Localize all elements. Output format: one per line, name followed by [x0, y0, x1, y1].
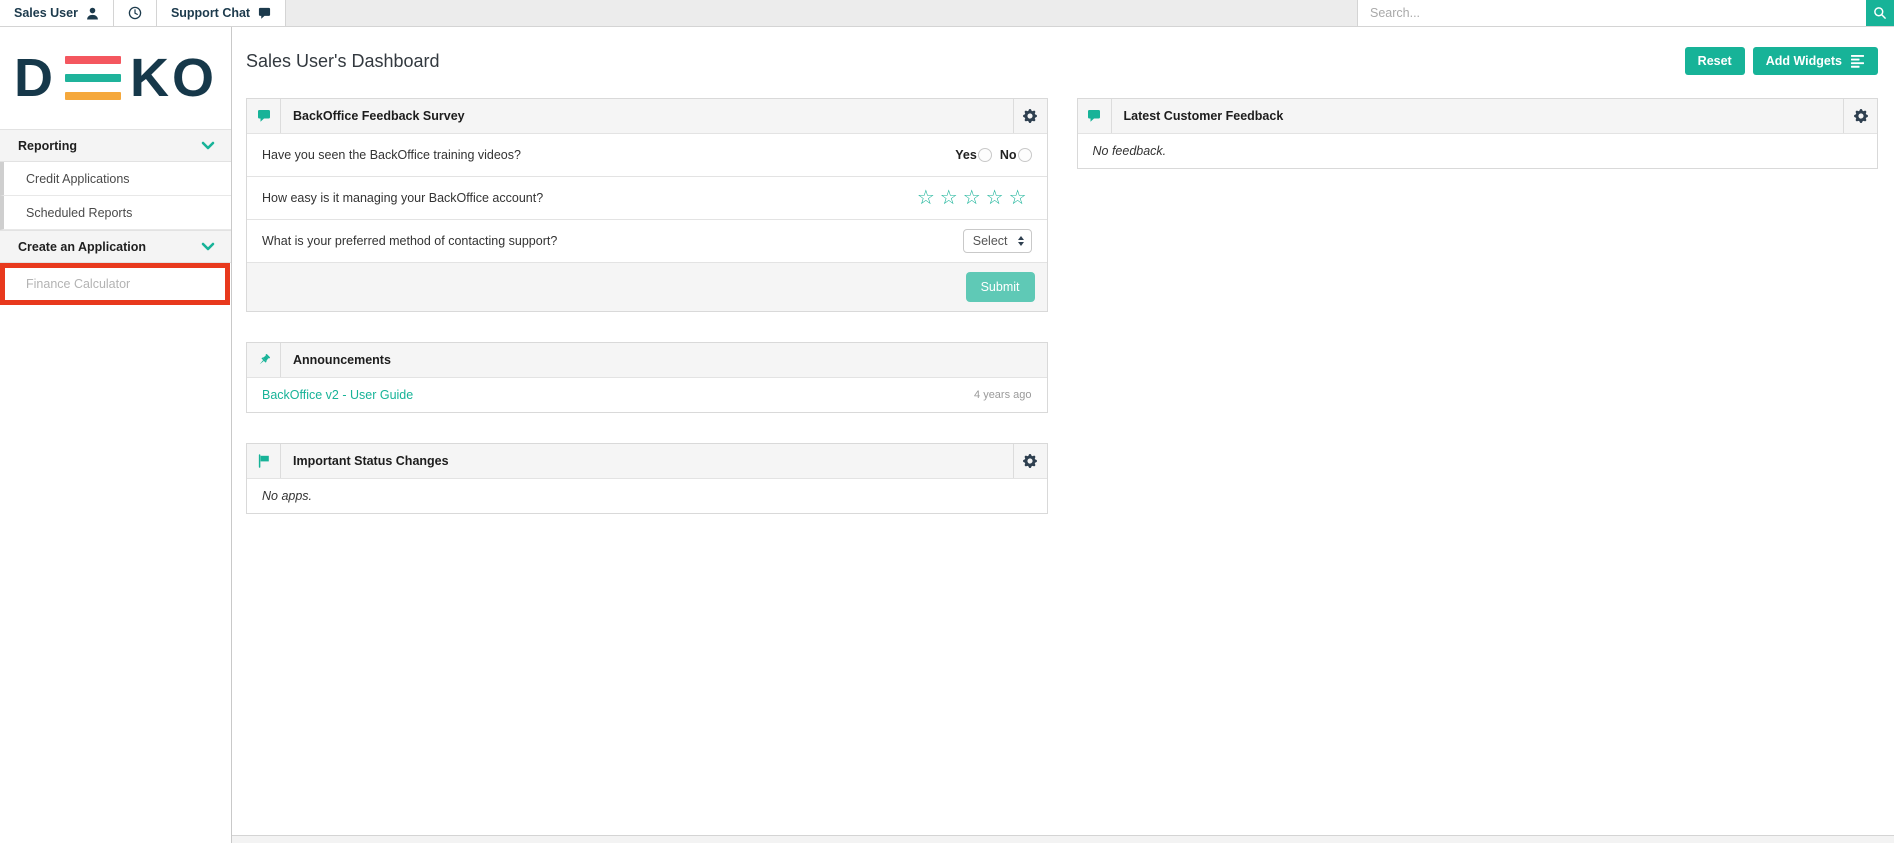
radio-no-label: No — [999, 148, 1017, 162]
deko-logo: D KO — [0, 27, 231, 129]
gear-icon — [1853, 109, 1868, 123]
survey-question-row: Have you seen the BackOffice training vi… — [247, 133, 1047, 176]
chat-bubble-icon — [258, 7, 271, 20]
sidebar-item-scheduled-reports[interactable]: Scheduled Reports — [0, 196, 231, 230]
sidebar-nav: Reporting Credit Applications Scheduled … — [0, 129, 231, 305]
announcement-link[interactable]: BackOffice v2 - User Guide — [262, 388, 413, 402]
survey-question-row: How easy is it managing your BackOffice … — [247, 176, 1047, 219]
sidebar-item-credit-applications[interactable]: Credit Applications — [0, 162, 231, 196]
gear-icon — [1023, 109, 1037, 123]
user-icon — [86, 7, 99, 20]
radio-no[interactable] — [1017, 148, 1032, 162]
empty-state-text: No apps. — [262, 489, 313, 503]
radio-yes-label: Yes — [955, 148, 977, 162]
announcement-row: BackOffice v2 - User Guide 4 years ago — [247, 377, 1047, 412]
pushpin-icon — [247, 343, 281, 377]
customer-feedback-empty-row: No feedback. — [1077, 133, 1877, 168]
widget-title: Latest Customer Feedback — [1123, 109, 1284, 123]
page-bottom-strip — [232, 836, 1894, 843]
widget-announcements: Announcements BackOffice v2 - User Guide… — [246, 342, 1048, 413]
clock-icon — [128, 6, 142, 20]
sidebar: D KO Reporting Credit Applications Sched… — [0, 27, 232, 843]
empty-state-text: No feedback. — [1092, 144, 1167, 158]
widget-settings-button[interactable] — [1012, 444, 1047, 478]
reset-button-label: Reset — [1697, 54, 1732, 68]
chevron-down-icon — [201, 240, 215, 253]
widget-title: BackOffice Feedback Survey — [293, 109, 465, 123]
topbar-spacer — [286, 0, 1358, 26]
logo-letters-ko: KO — [130, 48, 217, 108]
history-tab[interactable] — [114, 0, 157, 26]
search-button[interactable] — [1866, 0, 1894, 26]
sidebar-item-label: Finance Calculator — [26, 277, 131, 291]
user-tab-label: Sales User — [14, 6, 78, 20]
submit-button-label: Submit — [980, 280, 1020, 294]
star-icon[interactable]: ☆ — [986, 187, 1009, 209]
deko-logo-bars-icon — [65, 56, 121, 100]
topbar: Sales User Support Chat — [0, 0, 1894, 27]
support-chat-label: Support Chat — [170, 6, 251, 20]
widget-title: Announcements — [293, 353, 391, 367]
submit-button[interactable]: Submit — [965, 272, 1035, 302]
star-icon[interactable]: ☆ — [1009, 187, 1032, 209]
announcement-time: 4 years ago — [974, 389, 1032, 401]
status-changes-empty-row: No apps. — [247, 478, 1047, 513]
sidebar-section-label: Reporting — [18, 138, 78, 153]
select-value: Select — [972, 234, 1008, 248]
support-method-select[interactable]: Select — [962, 229, 1032, 253]
main-area: Sales User's Dashboard Reset Add Widgets — [232, 27, 1894, 843]
survey-question-text: What is your preferred method of contact… — [262, 234, 558, 248]
widget-title: Important Status Changes — [293, 454, 449, 468]
widget-settings-button[interactable] — [1012, 99, 1047, 133]
annotation-highlight-box: Finance Calculator — [0, 263, 230, 305]
flag-icon — [247, 444, 281, 478]
widget-latest-customer-feedback: Latest Customer Feedback No feedback. — [1076, 98, 1878, 169]
select-spinner-icon — [1017, 236, 1024, 246]
chevron-down-icon — [201, 139, 215, 152]
star-icon[interactable]: ☆ — [917, 187, 940, 209]
reset-button[interactable]: Reset — [1684, 47, 1745, 75]
sidebar-item-label: Scheduled Reports — [26, 205, 133, 220]
search-icon — [1873, 6, 1887, 20]
survey-question-text: Have you seen the BackOffice training vi… — [262, 148, 521, 162]
survey-question-text: How easy is it managing your BackOffice … — [262, 191, 544, 205]
star-icon[interactable]: ☆ — [940, 187, 963, 209]
survey-question-row: What is your preferred method of contact… — [247, 219, 1047, 262]
widget-settings-button[interactable] — [1843, 99, 1877, 133]
comment-icon — [1078, 99, 1112, 133]
user-tab[interactable]: Sales User — [0, 0, 114, 26]
support-chat-tab[interactable]: Support Chat — [157, 0, 287, 26]
radio-yes[interactable] — [977, 148, 992, 162]
widget-important-status-changes: Important Status Changes No apps. — [246, 443, 1048, 514]
search-input[interactable] — [1358, 0, 1866, 26]
gear-icon — [1023, 454, 1037, 468]
page-title: Sales User's Dashboard — [246, 50, 440, 71]
sidebar-item-label: Credit Applications — [26, 171, 130, 186]
sidebar-section-label: Create an Application — [18, 239, 147, 254]
sidebar-item-finance-calculator[interactable]: Finance Calculator — [5, 268, 225, 300]
sidebar-section-create-application[interactable]: Create an Application — [0, 230, 231, 263]
sidebar-section-reporting[interactable]: Reporting — [0, 129, 231, 162]
widget-backoffice-feedback-survey: BackOffice Feedback Survey Have you seen… — [246, 98, 1048, 312]
logo-letter-d: D — [14, 48, 56, 108]
star-icon[interactable]: ☆ — [963, 187, 986, 209]
star-rating[interactable]: ☆☆☆☆☆ — [917, 188, 1032, 208]
add-widgets-label: Add Widgets — [1765, 54, 1842, 68]
widgets-list-icon — [1851, 54, 1865, 68]
comment-icon — [247, 99, 281, 133]
add-widgets-button[interactable]: Add Widgets — [1752, 47, 1878, 75]
